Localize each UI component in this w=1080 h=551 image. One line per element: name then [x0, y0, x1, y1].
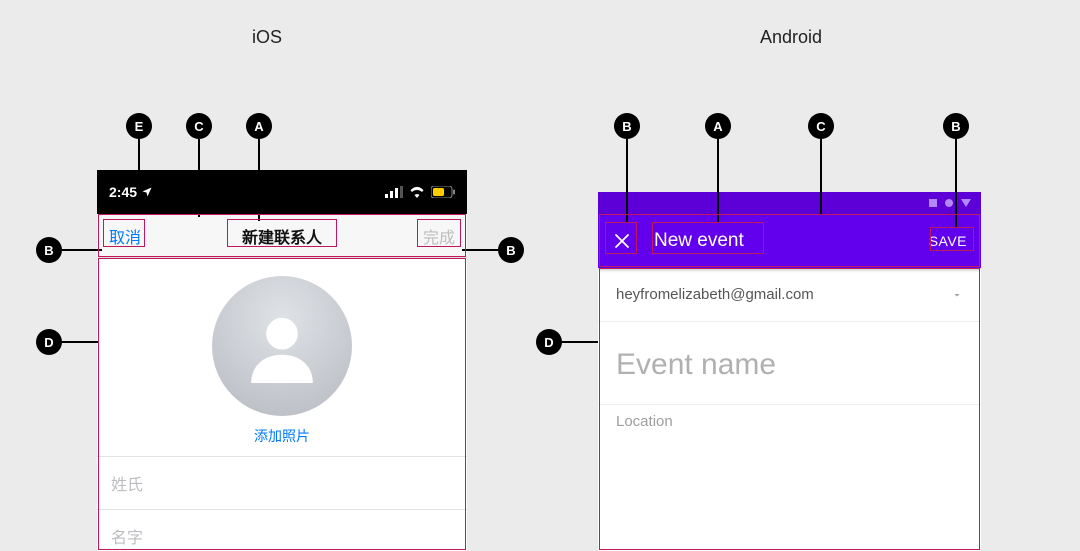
android-status-bar [598, 192, 981, 214]
ios-status-time: 2:45 [109, 184, 137, 200]
account-email: heyfromelizabeth@gmail.com [616, 286, 814, 303]
save-button[interactable]: SAVE [929, 233, 967, 249]
ios-status-bar: 2:45 [97, 170, 467, 214]
cancel-button[interactable]: 取消 [109, 224, 141, 248]
callout-badge-C: C [186, 113, 212, 139]
wifi-icon [409, 186, 425, 198]
surname-field[interactable]: 姓氏 [97, 456, 467, 509]
location-field[interactable]: Location [598, 404, 981, 440]
callout-badge-A: A [705, 113, 731, 139]
add-photo-button[interactable]: 添加照片 [254, 426, 310, 446]
location-arrow-icon [141, 186, 153, 198]
nav-title: 新建联系人 [242, 224, 322, 248]
callout-line [562, 341, 598, 343]
callout-line [717, 139, 719, 223]
callout-line [62, 341, 98, 343]
close-button[interactable] [612, 231, 632, 251]
battery-icon [431, 186, 455, 198]
callout-badge-A: A [246, 113, 272, 139]
callout-badge-B: B [498, 237, 524, 263]
callout-badge-B: B [943, 113, 969, 139]
status-square-icon [929, 199, 937, 207]
callout-badge-D: D [36, 329, 62, 355]
android-phone-frame: New event SAVE heyfromelizabeth@gmail.co… [598, 192, 981, 551]
platform-label-ios: iOS [252, 27, 282, 48]
callout-line [820, 139, 822, 215]
callout-line [626, 139, 628, 223]
callout-line [462, 249, 498, 251]
close-icon [613, 232, 631, 250]
ios-phone-frame: 2:45 取消 新建联系人 完成 添 [97, 170, 467, 551]
callout-badge-B: B [36, 237, 62, 263]
callout-badge-B: B [614, 113, 640, 139]
event-name-field[interactable]: Event name [598, 322, 981, 404]
chevron-down-icon [951, 289, 963, 301]
person-icon [238, 302, 326, 390]
done-button[interactable]: 完成 [423, 224, 455, 248]
callout-line [258, 139, 260, 221]
ios-content-area: 添加照片 姓氏 名字 [97, 258, 467, 551]
appbar-title: New event [654, 230, 907, 252]
callout-badge-E: E [126, 113, 152, 139]
ios-nav-bar: 取消 新建联系人 完成 [97, 214, 467, 258]
cellular-icon [385, 186, 403, 198]
status-triangle-icon [961, 199, 971, 207]
callout-line [955, 139, 957, 227]
android-app-bar: New event SAVE [598, 214, 981, 268]
contact-avatar-placeholder[interactable] [212, 276, 352, 416]
android-content-area: heyfromelizabeth@gmail.com Event name Lo… [598, 268, 981, 440]
callout-line [198, 139, 200, 217]
callout-line [62, 249, 102, 251]
name-field[interactable]: 名字 [97, 509, 467, 551]
callout-badge-C: C [808, 113, 834, 139]
callout-badge-D: D [536, 329, 562, 355]
account-dropdown[interactable]: heyfromelizabeth@gmail.com [598, 268, 981, 322]
platform-label-android: Android [760, 27, 822, 48]
callout-line [138, 139, 140, 183]
status-circle-icon [945, 199, 953, 207]
